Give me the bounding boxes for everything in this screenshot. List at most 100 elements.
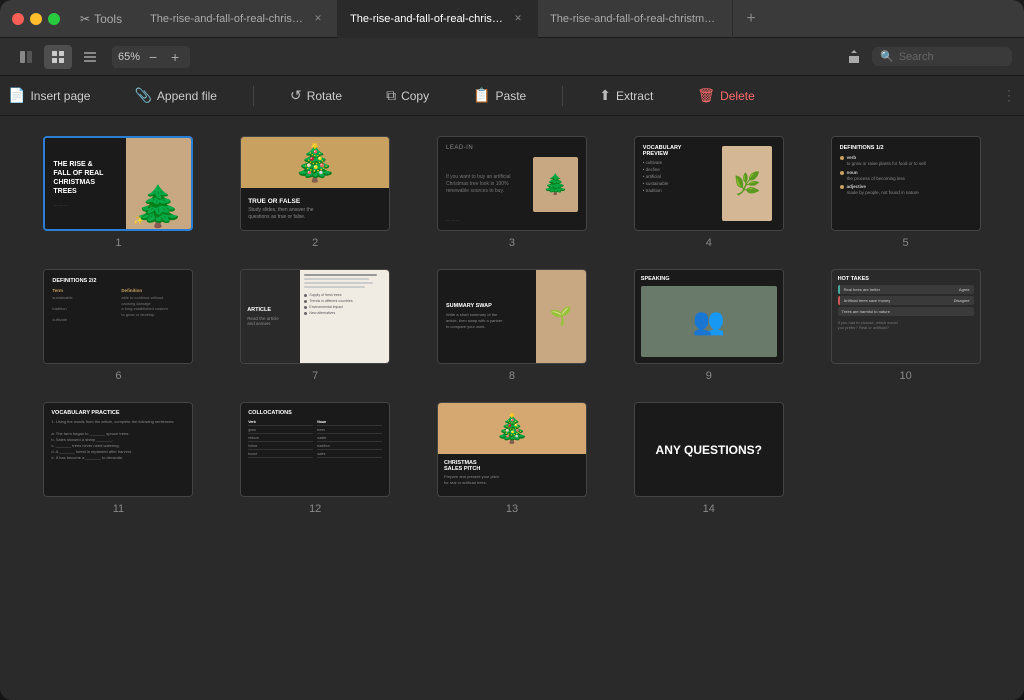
slide-item-14[interactable]: ANY QUESTIONS? 14 (620, 402, 797, 515)
titlebar: ✂ Tools The-rise-and-fall-of-real-christ… (0, 0, 1024, 38)
tab-2-close[interactable]: ✕ (511, 12, 525, 26)
list-view-button[interactable] (76, 45, 104, 69)
tab-2[interactable]: The-rise-and-fall-of-real-christmas-tree… (338, 0, 538, 38)
slide-9-image: 👥 (641, 286, 777, 357)
slide-num-8: 8 (509, 370, 515, 382)
rotate-button[interactable]: ↺ Rotate (282, 83, 350, 108)
zoom-in-button[interactable]: + (166, 48, 184, 66)
slide-thumb-10[interactable]: HOT TAKES Real trees are better Agree Ar… (831, 269, 981, 364)
slide-num-7: 7 (312, 370, 318, 382)
maximize-button[interactable] (48, 13, 60, 25)
slide-item-9[interactable]: SPEAKING 👥 9 (620, 269, 797, 382)
extract-button[interactable]: ⬆ Extract (591, 83, 661, 108)
slide-num-14: 14 (703, 503, 715, 515)
zoom-out-button[interactable]: − (144, 48, 162, 66)
slide-thumb-3[interactable]: LEAD-IN If you want to buy an artificial… (437, 136, 587, 231)
add-tab-button[interactable]: + (737, 5, 765, 33)
slide-13-image: 🎄 (438, 403, 586, 454)
slide-thumb-11[interactable]: VOCABULARY PRACTICE 1. Using the words f… (43, 402, 193, 497)
slide-thumb-13[interactable]: 🎄 CHRISTMASSALES PITCH Prepare and prese… (437, 402, 587, 497)
slide-8-title: SUMMARY SWAP (446, 303, 528, 309)
delete-label: Delete (720, 89, 755, 103)
tab-1-close[interactable]: ✕ (311, 12, 325, 26)
tab-3[interactable]: The-rise-and-fall-of-real-christmas-tree… (538, 0, 733, 38)
grid-view-button[interactable] (44, 45, 72, 69)
search-box: 🔍 (872, 47, 1012, 66)
slide-3-footer: — — — (446, 217, 578, 222)
slide-11-title: VOCABULARY PRACTICE (51, 410, 185, 416)
insert-page-icon: 📄 (8, 87, 25, 104)
copy-button[interactable]: ⧉ Copy (378, 83, 437, 108)
slide-num-13: 13 (506, 503, 518, 515)
main-content: THE RISE &FALL OF REALCHRISTMASTREES — —… (0, 116, 1024, 700)
slides-grid: THE RISE &FALL OF REALCHRISTMASTREES — —… (30, 136, 994, 515)
tab-3-label: The-rise-and-fall-of-real-christmas-tree… (550, 13, 720, 25)
slide-num-1: 1 (115, 237, 121, 249)
copy-label: Copy (401, 89, 429, 103)
extract-label: Extract (616, 89, 653, 103)
slide-item-11[interactable]: VOCABULARY PRACTICE 1. Using the words f… (30, 402, 207, 515)
sidebar-toggle-button[interactable] (12, 45, 40, 69)
minimize-button[interactable] (30, 13, 42, 25)
search-input[interactable] (899, 51, 1004, 63)
slide-thumb-9[interactable]: SPEAKING 👥 (634, 269, 784, 364)
slide-num-4: 4 (706, 237, 712, 249)
paste-button[interactable]: 📋 Paste (465, 83, 534, 108)
actionbar-more: ⋮ (1002, 87, 1024, 104)
slide-item-7[interactable]: ARTICLE Read the articleand answer. Supp… (227, 269, 404, 382)
slide-item-13[interactable]: 🎄 CHRISTMASSALES PITCH Prepare and prese… (424, 402, 601, 515)
zoom-value: 65% (118, 51, 140, 63)
slide-6-col1-text: sustainabletraditioncultivate (52, 295, 115, 323)
share-button[interactable] (840, 45, 868, 69)
tools-icon: ✂ (80, 12, 90, 26)
slide-item-12[interactable]: COLLOCATIONS Verb Noun grow trees (227, 402, 404, 515)
slide-thumb-14[interactable]: ANY QUESTIONS? (634, 402, 784, 497)
slide-2-title: TRUE OR FALSE (248, 198, 382, 205)
slide-num-9: 9 (706, 370, 712, 382)
delete-button[interactable]: 🗑 Delete (689, 83, 762, 108)
slide-5-def1: verbto grow or raise plants for food or … (847, 155, 926, 167)
actionbar: 📄 Insert page 📎 Append file ↺ Rotate ⧉ C… (0, 76, 1024, 116)
slide-1-sub: — — — (53, 202, 117, 207)
slide-thumb-4[interactable]: VOCABULARYPREVIEW • cultivate • decline … (634, 136, 784, 231)
slide-thumb-8[interactable]: SUMMARY SWAP Write a short summary of th… (437, 269, 587, 364)
slide-item-3[interactable]: LEAD-IN If you want to buy an artificial… (424, 136, 601, 249)
slide-item-10[interactable]: HOT TAKES Real trees are better Agree Ar… (817, 269, 994, 382)
slide-thumb-7[interactable]: ARTICLE Read the articleand answer. Supp… (240, 269, 390, 364)
slide-4-title: VOCABULARYPREVIEW (643, 145, 720, 157)
slide-12-title: COLLOCATIONS (248, 410, 382, 416)
append-file-button[interactable]: 📎 Append file (126, 83, 224, 108)
tools-menu-button[interactable]: ✂ Tools (72, 10, 130, 28)
slide-thumb-1[interactable]: THE RISE &FALL OF REALCHRISTMASTREES — —… (43, 136, 193, 231)
slide-item-1[interactable]: THE RISE &FALL OF REALCHRISTMASTREES — —… (30, 136, 207, 249)
slide-thumb-5[interactable]: DEFINITIONS 1/2 verbto grow or raise pla… (831, 136, 981, 231)
slide-item-5[interactable]: DEFINITIONS 1/2 verbto grow or raise pla… (817, 136, 994, 249)
tab-1[interactable]: The-rise-and-fall-of-real-christmas-tree… (138, 0, 338, 38)
slide-12-table: Verb Noun grow trees reduce waste (248, 420, 382, 458)
append-file-label: Append file (157, 89, 217, 103)
slide-3-header: LEAD-IN (446, 145, 578, 151)
slide-thumb-12[interactable]: COLLOCATIONS Verb Noun grow trees (240, 402, 390, 497)
slide-6-col2-title: Definition (121, 288, 184, 293)
slide-item-2[interactable]: 🎄 TRUE OR FALSE Study slides, then answe… (227, 136, 404, 249)
slide-2-img: 🎄 (241, 137, 389, 188)
delete-icon: 🗑 (697, 87, 715, 104)
slide-thumb-2[interactable]: 🎄 TRUE OR FALSE Study slides, then answe… (240, 136, 390, 231)
slide-5-title: DEFINITIONS 1/2 (840, 145, 972, 151)
slide-num-5: 5 (903, 237, 909, 249)
close-button[interactable] (12, 13, 24, 25)
slide-2-text: Study slides, then answer thequestions a… (248, 207, 382, 220)
slide-item-8[interactable]: SUMMARY SWAP Write a short summary of th… (424, 269, 601, 382)
slide-10-title: HOT TAKES (838, 276, 974, 282)
copy-icon: ⧉ (386, 87, 396, 104)
slide-item-6[interactable]: DEFINITIONS 2/2 Term sustainabletraditio… (30, 269, 207, 382)
slide-5-def2: nounthe process of becoming less (847, 170, 905, 182)
slide-thumb-6[interactable]: DEFINITIONS 2/2 Term sustainabletraditio… (43, 269, 193, 364)
slide-item-4[interactable]: VOCABULARYPREVIEW • cultivate • decline … (620, 136, 797, 249)
slide-3-text: If you want to buy an artificialChristma… (446, 174, 525, 195)
insert-page-button[interactable]: 📄 Insert page (0, 83, 98, 108)
slide-4-image: 🌿 (722, 146, 772, 221)
tabs-container: The-rise-and-fall-of-real-christmas-tree… (138, 0, 1012, 38)
slide-13-text: Prepare and present your pitchfor real o… (444, 474, 580, 485)
slide-10-bottom: If you had to choose, which wouldyou pre… (838, 320, 974, 330)
